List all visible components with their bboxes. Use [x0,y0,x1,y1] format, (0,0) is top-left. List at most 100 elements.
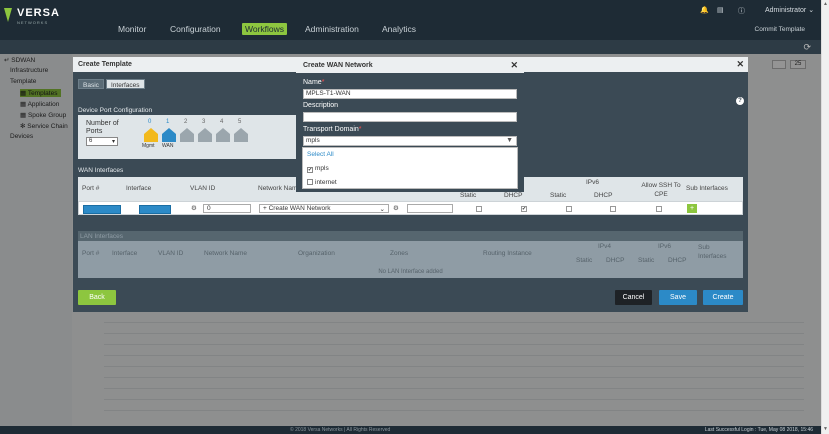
unchecked-checkbox-icon [307,179,313,185]
scroll-up-icon[interactable]: ▲ [823,1,828,7]
port-2-icon[interactable] [180,128,194,142]
info-icon[interactable]: ⓘ [738,6,745,16]
col-ipv6: IPv6 [586,179,600,186]
close-icon[interactable]: ✕ [510,60,518,71]
network-name-select[interactable]: + Create WAN Network ⌄ [259,204,389,213]
alarm-bell-icon[interactable]: 🔔 [700,6,709,14]
port-caption-wan: WAN [162,143,174,149]
top-bar: VERSA NETWORKS Monitor Configuration Wor… [0,0,829,40]
port-caption-mgmt: Mgmt [142,143,155,149]
sub-bar [0,40,829,54]
table-row: ⚙ 0 + Create WAN Network ⌄ ⚙ ✔ + [78,201,743,215]
lan-empty-message: No LAN Interface added [78,267,743,278]
lan-col-vlan: VLAN ID [158,250,184,257]
lan-title-bar: LAN Interfaces [78,231,743,241]
required-marker: * [358,126,362,133]
col-ipv6-static: Static [550,192,567,199]
port-1-icon[interactable] [162,128,176,142]
device-port-title: Device Port Configuration [78,107,153,114]
scroll-down-icon[interactable]: ▼ [823,426,828,432]
wan-modal-title: Create WAN Network [303,62,373,69]
checked-checkbox-icon: ✔ [307,167,313,173]
port-0-icon[interactable] [144,128,158,142]
lan-col-organization: Organization [298,250,335,257]
lan-interfaces-table: LAN Interfaces Port # Interface VLAN ID … [78,231,743,278]
lan-col-ipv6-static: Static [638,257,655,264]
num-ports-label: Number of Ports [86,120,119,135]
ipv4-dhcp-checkbox[interactable]: ✔ [521,206,527,212]
app-logo: VERSA [17,7,60,19]
port-4-icon[interactable] [216,128,230,142]
lan-interfaces-title: LAN Interfaces [80,233,123,240]
lan-col-ipv4-dhcp: DHCP [606,257,625,264]
nav-analytics[interactable]: Analytics [382,24,416,34]
nav-workflows[interactable]: Workflows [242,23,288,35]
vlan-input[interactable]: 0 [203,204,251,213]
nav-administration[interactable]: Administration [305,24,359,34]
page-scrollbar[interactable]: ▲ ▼ [821,0,829,434]
port-number-5: 5 [238,119,242,125]
transport-domain-label-text: Transport Domain [303,126,359,133]
cancel-button[interactable]: Cancel [615,290,652,305]
port-3-icon[interactable] [198,128,212,142]
app-logo-sub: NETWORKS [17,20,49,25]
lan-col-interface: Interface [112,250,138,257]
lan-col-network-name: Network Name [204,250,247,257]
ipv6-dhcp-checkbox[interactable] [610,206,616,212]
tab-basic[interactable]: Basic [78,79,104,89]
add-sub-interface-button[interactable]: + [687,204,697,213]
network-name-value: + Create WAN Network [263,205,331,212]
col-ipv4-static: Static [460,192,477,199]
chevron-down-icon: ▼ [506,137,513,144]
lan-col-zones: Zones [390,250,409,257]
num-ports-select[interactable]: 6 ▾ [86,137,118,146]
lan-col-ipv6-dhcp: DHCP [668,257,687,264]
gear-icon[interactable]: ⚙ [393,204,399,212]
user-menu[interactable]: Administrator ⌄ [765,6,814,14]
option-internet[interactable]: internet [307,179,337,186]
commit-template-link[interactable]: Commit Template [755,26,805,33]
refresh-icon[interactable]: ⟳ [803,42,811,53]
wan-port-cell[interactable] [83,205,121,214]
transport-domain-dropdown: Select All ✔ mpls internet [302,147,518,189]
save-button[interactable]: Save [659,290,697,305]
option-label: mpls [315,165,329,172]
nav-monitor[interactable]: Monitor [118,24,146,34]
col-interface: Interface [126,185,152,192]
lan-col-ipv4: IPv4 [598,243,612,250]
tasks-icon[interactable]: ▤ [717,6,724,14]
lan-col-ipv4-static: Static [576,257,593,264]
option-label: internet [315,179,337,186]
chevron-down-icon: ⌄ [808,7,815,14]
copyright: © 2018 Versa Networks | All Rights Reser… [290,427,391,433]
transport-domain-select[interactable]: mpls ▼ [303,136,517,146]
create-button[interactable]: Create [703,290,743,305]
lan-col-port: Port # [82,250,100,257]
back-button[interactable]: Back [78,290,116,305]
option-mpls[interactable]: ✔ mpls [307,165,329,173]
description-input[interactable] [303,112,517,122]
wan-ip-input[interactable] [407,204,453,213]
col-sub-interfaces: Sub Interfaces [686,185,728,192]
tab-interfaces[interactable]: Interfaces [106,79,145,89]
help-icon[interactable]: ? [736,97,744,105]
name-label-text: Name [303,79,322,86]
table-separator [78,215,743,225]
num-ports-value: 6 [89,138,93,144]
col-ipv6-dhcp: DHCP [594,192,613,199]
required-marker: * [321,79,325,86]
close-icon[interactable]: ✕ [736,59,744,70]
last-login: Last Successful Login : Tue, May 08 2018… [704,427,813,433]
select-all-option[interactable]: Select All [307,151,334,158]
nav-configuration[interactable]: Configuration [170,24,221,34]
ipv6-static-checkbox[interactable] [566,206,572,212]
template-modal-title: Create Template [78,61,132,68]
name-input[interactable]: MPLS-T1-WAN [303,89,517,99]
wan-interface-cell[interactable] [139,205,171,214]
port-number-0: 0 [148,119,152,125]
ipv4-static-checkbox[interactable] [476,206,482,212]
port-5-icon[interactable] [234,128,248,142]
chevron-down-icon: ▾ [111,139,115,145]
gear-icon[interactable]: ⚙ [191,204,197,212]
allow-ssh-checkbox[interactable] [656,206,662,212]
